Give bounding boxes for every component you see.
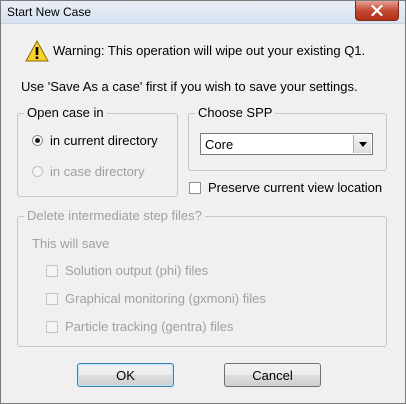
solution-output-label: Solution output (phi) files	[65, 263, 209, 278]
delete-files-subtitle: This will save	[32, 236, 110, 251]
delete-files-group: Delete intermediate step files? This wil…	[17, 208, 387, 347]
radio-indicator-current[interactable]	[32, 135, 43, 146]
spp-select[interactable]: Core	[200, 133, 373, 155]
window-title: Start New Case	[7, 5, 92, 19]
radio-current-directory[interactable]: in current directory	[32, 133, 158, 148]
particle-tracking-check-indicator	[46, 320, 58, 333]
preserve-view-check-indicator[interactable]	[189, 181, 201, 194]
particle-tracking-checkbox: Particle tracking (gentra) files	[46, 319, 233, 334]
spp-select-value: Core	[205, 137, 234, 152]
preserve-view-checkbox[interactable]: Preserve current view location	[189, 180, 382, 195]
close-button[interactable]	[355, 1, 399, 21]
solution-output-check-indicator	[46, 264, 58, 277]
ok-button[interactable]: OK	[77, 363, 174, 387]
chevron-down-icon[interactable]	[353, 135, 371, 153]
graphical-monitoring-checkbox: Graphical monitoring (gxmoni) files	[46, 291, 266, 306]
save-hint-text: Use 'Save As a case' first if you wish t…	[21, 79, 358, 94]
warning-icon	[25, 40, 49, 62]
choose-spp-legend: Choose SPP	[195, 105, 276, 120]
graphical-monitoring-label: Graphical monitoring (gxmoni) files	[65, 291, 266, 306]
dialog-window: Start New Case Warning: This operation w…	[0, 0, 406, 404]
solution-output-checkbox: Solution output (phi) files	[46, 263, 208, 278]
particle-tracking-label: Particle tracking (gentra) files	[65, 319, 234, 334]
open-case-legend: Open case in	[24, 105, 107, 120]
radio-label-current: in current directory	[50, 133, 158, 148]
cancel-button[interactable]: Cancel	[224, 363, 321, 387]
title-bar[interactable]: Start New Case	[1, 1, 405, 24]
preserve-view-label: Preserve current view location	[208, 180, 383, 195]
warning-text: Warning: This operation will wipe out yo…	[53, 43, 366, 58]
graphical-monitoring-check-indicator	[46, 292, 58, 305]
close-icon	[371, 5, 383, 16]
radio-indicator-case	[32, 166, 43, 177]
delete-files-legend: Delete intermediate step files?	[24, 208, 205, 223]
radio-case-directory: in case directory	[32, 164, 145, 179]
radio-label-case: in case directory	[50, 164, 145, 179]
open-case-group: Open case in in current directory in cas…	[17, 105, 178, 197]
